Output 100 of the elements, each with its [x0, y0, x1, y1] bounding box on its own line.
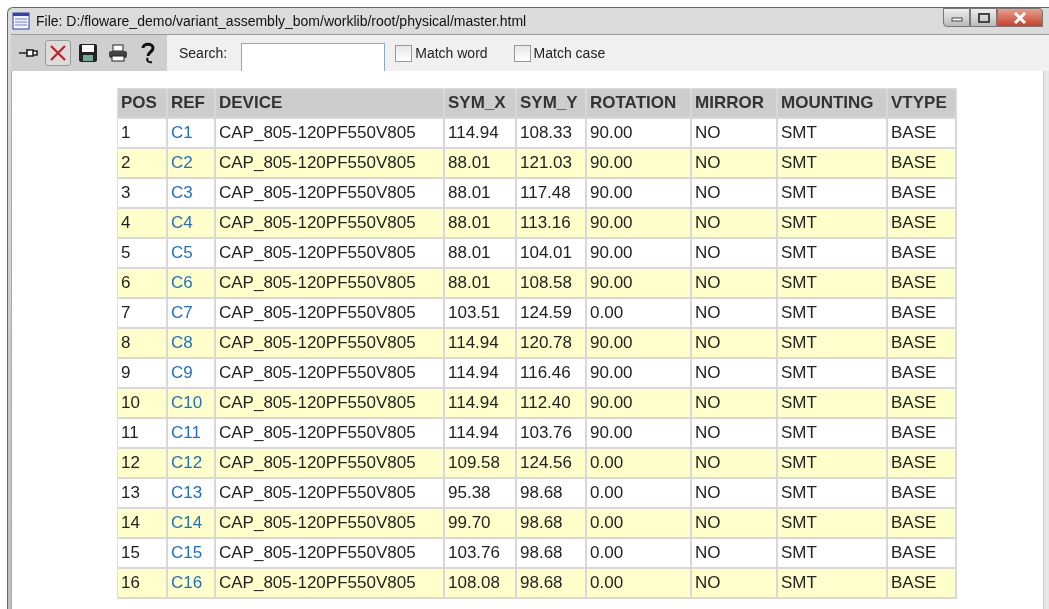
reference-link[interactable]: C14 — [168, 509, 216, 539]
table-cell: NO — [692, 329, 778, 359]
reference-link[interactable]: C16 — [168, 569, 216, 599]
table-cell: NO — [692, 509, 778, 539]
table-cell: SMT — [778, 449, 888, 479]
delete-button[interactable] — [45, 40, 71, 66]
maximize-icon — [977, 12, 990, 23]
column-header: MOUNTING — [778, 89, 888, 119]
window-title: File: D:/floware_demo/variant_assembly_bom/worklib/root/physical/master.html — [36, 13, 528, 29]
checkbox[interactable] — [395, 44, 413, 62]
table-cell: NO — [692, 569, 778, 599]
reference-link[interactable]: C4 — [168, 209, 216, 239]
table-cell: 88.01 — [445, 269, 517, 299]
table-cell: 99.70 — [445, 509, 517, 539]
table-cell: BASE — [888, 329, 957, 359]
column-header: POS — [118, 89, 168, 119]
table-cell: 90.00 — [587, 389, 692, 419]
table-cell: 12 — [118, 449, 168, 479]
table-cell: NO — [692, 449, 778, 479]
search-field[interactable] — [241, 43, 386, 71]
table-cell: SMT — [778, 269, 888, 299]
checkbox[interactable] — [513, 44, 531, 62]
table-cell: 112.40 — [517, 389, 587, 419]
table-cell: 0.00 — [587, 449, 692, 479]
save-icon — [78, 43, 98, 63]
table-cell: BASE — [888, 149, 957, 179]
table-cell: CAP_805-120PF550V805 — [216, 209, 445, 239]
search-label: Search: — [179, 45, 228, 61]
table-cell: SMT — [778, 389, 888, 419]
table-cell: CAP_805-120PF550V805 — [216, 389, 445, 419]
reference-link[interactable]: C8 — [168, 329, 216, 359]
table-cell: CAP_805-120PF550V805 — [216, 329, 445, 359]
delete-icon — [49, 44, 67, 62]
table-cell: 113.16 — [517, 209, 587, 239]
table-cell: BASE — [888, 389, 957, 419]
reference-link[interactable]: C6 — [168, 269, 216, 299]
table-cell: 108.58 — [517, 269, 587, 299]
checkbox-label: Match word — [415, 45, 488, 61]
table-cell: CAP_805-120PF550V805 — [216, 149, 445, 179]
column-header: MIRROR — [692, 89, 778, 119]
column-header: DEVICE — [216, 89, 445, 119]
column-header: REF — [168, 89, 216, 119]
table-cell: BASE — [888, 509, 957, 539]
table-cell: 88.01 — [445, 149, 517, 179]
column-header: ROTATION — [587, 89, 692, 119]
reference-link[interactable]: C12 — [168, 449, 216, 479]
table-cell: 109.58 — [445, 449, 517, 479]
column-header: VTYPE — [888, 89, 957, 119]
table-cell: SMT — [778, 509, 888, 539]
table-cell: 108.08 — [445, 569, 517, 599]
table-cell: 4 — [118, 209, 168, 239]
close-button[interactable] — [997, 8, 1043, 27]
column-header: SYM_Y — [517, 89, 587, 119]
table-cell: SMT — [778, 569, 888, 599]
table-cell: 2 — [118, 149, 168, 179]
table-cell: 16 — [118, 569, 168, 599]
table-cell: NO — [692, 149, 778, 179]
table-cell: 98.68 — [517, 569, 587, 599]
table-cell: NO — [692, 389, 778, 419]
table-cell: SMT — [778, 329, 888, 359]
scrollbar[interactable] — [1043, 71, 1049, 609]
table-cell: NO — [692, 209, 778, 239]
table-cell: 8 — [118, 329, 168, 359]
table-cell: CAP_805-120PF550V805 — [216, 449, 445, 479]
table-cell: 10 — [118, 389, 168, 419]
help-icon — [140, 42, 156, 64]
table-cell: CAP_805-120PF550V805 — [216, 509, 445, 539]
table-cell: 114.94 — [445, 389, 517, 419]
table-cell: 120.78 — [517, 329, 587, 359]
reference-link[interactable]: C2 — [168, 149, 216, 179]
table-cell: 121.03 — [517, 149, 587, 179]
table-cell: BASE — [888, 269, 957, 299]
table-cell: SMT — [778, 209, 888, 239]
app-icon — [12, 12, 30, 30]
table-cell: 88.01 — [445, 209, 517, 239]
table-cell: 114.94 — [445, 329, 517, 359]
table-cell: 0.00 — [587, 569, 692, 599]
table-cell: 6 — [118, 269, 168, 299]
reference-link[interactable]: C10 — [168, 389, 216, 419]
maximize-button[interactable] — [970, 8, 997, 27]
table-cell: 90.00 — [587, 329, 692, 359]
table-cell: BASE — [888, 569, 957, 599]
table-cell: SMT — [778, 149, 888, 179]
table-cell: NO — [692, 269, 778, 299]
pin-icon — [18, 47, 38, 59]
table-cell: BASE — [888, 209, 957, 239]
table-cell: BASE — [888, 449, 957, 479]
table-cell: 90.00 — [587, 209, 692, 239]
table-cell: 90.00 — [587, 149, 692, 179]
table-cell: CAP_805-120PF550V805 — [216, 569, 445, 599]
checkbox-label: Match case — [533, 45, 606, 61]
table-cell: CAP_805-120PF550V805 — [216, 269, 445, 299]
table-cell: 0.00 — [587, 509, 692, 539]
table-cell: 14 — [118, 509, 168, 539]
print-icon — [108, 44, 128, 62]
table-cell: 90.00 — [587, 269, 692, 299]
table-cell: 124.56 — [517, 449, 587, 479]
close-icon — [1013, 11, 1027, 24]
minimize-button[interactable] — [943, 8, 970, 27]
column-header: SYM_X — [445, 89, 517, 119]
